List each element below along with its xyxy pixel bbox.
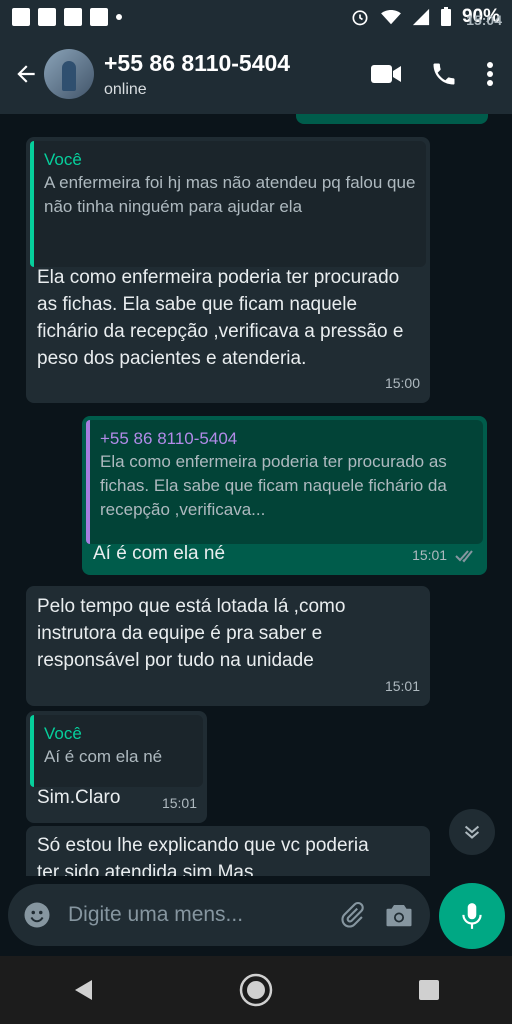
chat-area[interactable]: Você A enfermeira foi hj mas não atendeu…	[0, 114, 512, 876]
signal-icon	[412, 8, 430, 26]
quote-text: Ela como enfermeira poderia ter procurad…	[100, 452, 447, 519]
mic-icon	[462, 903, 482, 929]
chat-header: +55 86 8110-5404 online	[0, 34, 512, 114]
nav-back-icon[interactable]	[72, 978, 94, 1002]
message-text: Ela como enfermeira poderia ter procurad…	[37, 267, 404, 369]
quote-author: +55 86 8110-5404	[100, 429, 238, 448]
message-bubble[interactable]: Você Aí é com ela né Sim.Claro 15:01	[26, 711, 207, 823]
message-time: 15:01	[384, 678, 420, 694]
message-input[interactable]: Digite uma mens...	[68, 903, 243, 927]
wifi-icon	[381, 10, 401, 25]
message-time-text: 15:01	[412, 547, 448, 563]
message-time: 15:00	[384, 375, 420, 391]
quoted-message[interactable]: Você A enfermeira foi hj mas não atendeu…	[30, 141, 426, 267]
back-arrow-icon	[17, 65, 35, 83]
quote-text: A enfermeira foi hj mas não atendeu pq f…	[44, 173, 416, 216]
mic-button[interactable]	[439, 883, 505, 949]
avatar[interactable]	[44, 49, 94, 99]
back-button[interactable]	[4, 52, 48, 96]
message-text: Pelo tempo que está lotada lá ,como inst…	[37, 596, 346, 671]
camera-icon[interactable]	[384, 901, 414, 929]
contact-name: +55 86 8110-5404	[104, 49, 291, 76]
emoji-icon[interactable]	[22, 900, 52, 930]
message-bubble-partial	[296, 114, 488, 124]
message-time: 15:01	[412, 542, 477, 569]
more-icon[interactable]	[486, 61, 494, 87]
message-text: Aí é com ela né	[93, 543, 226, 564]
attach-icon[interactable]	[338, 901, 366, 929]
system-nav-bar	[0, 956, 512, 1024]
phone-icon[interactable]	[430, 60, 458, 88]
message-bubble[interactable]: Pelo tempo que está lotada lá ,como inst…	[26, 586, 430, 706]
quote-author: Você	[44, 150, 82, 169]
nav-recents-icon[interactable]	[418, 979, 440, 1001]
notification-icons	[12, 8, 122, 26]
quote-text: Aí é com ela né	[44, 747, 163, 766]
message-bubble[interactable]: +55 86 8110-5404 Ela como enfermeira pod…	[82, 416, 487, 575]
message-text: Só estou lhe explicando que vc poderia t…	[37, 835, 369, 876]
double-check-icon	[455, 550, 473, 563]
contact-info[interactable]: +55 86 8110-5404 online	[104, 50, 290, 99]
battery-icon	[440, 7, 451, 26]
message-text: Sim.Claro	[37, 787, 121, 808]
message-bubble[interactable]: Você A enfermeira foi hj mas não atendeu…	[26, 137, 430, 403]
contact-status: online	[104, 80, 147, 98]
alarm-icon	[352, 10, 368, 26]
composer: Digite uma mens...	[0, 876, 512, 956]
more-notifications-icon	[116, 14, 122, 20]
status-time: 15:04	[466, 12, 502, 28]
video-call-icon[interactable]	[370, 63, 402, 85]
chevron-double-down-icon	[464, 825, 480, 839]
nav-home-icon[interactable]	[239, 973, 273, 1007]
message-bubble[interactable]: Só estou lhe explicando que vc poderia t…	[26, 826, 430, 876]
message-icon	[38, 8, 56, 26]
quoted-message[interactable]: +55 86 8110-5404 Ela como enfermeira pod…	[86, 420, 483, 544]
gallery-icon	[12, 8, 30, 26]
status-bar: 15:04 90%	[0, 0, 512, 34]
shopping-icon	[64, 8, 82, 26]
scroll-down-button[interactable]	[449, 809, 495, 855]
message-time: 15:01	[161, 795, 197, 811]
quote-author: Você	[44, 724, 82, 743]
quoted-message[interactable]: Você Aí é com ela né	[30, 715, 203, 787]
app-icon	[90, 8, 108, 26]
message-input-container[interactable]: Digite uma mens...	[8, 884, 430, 946]
